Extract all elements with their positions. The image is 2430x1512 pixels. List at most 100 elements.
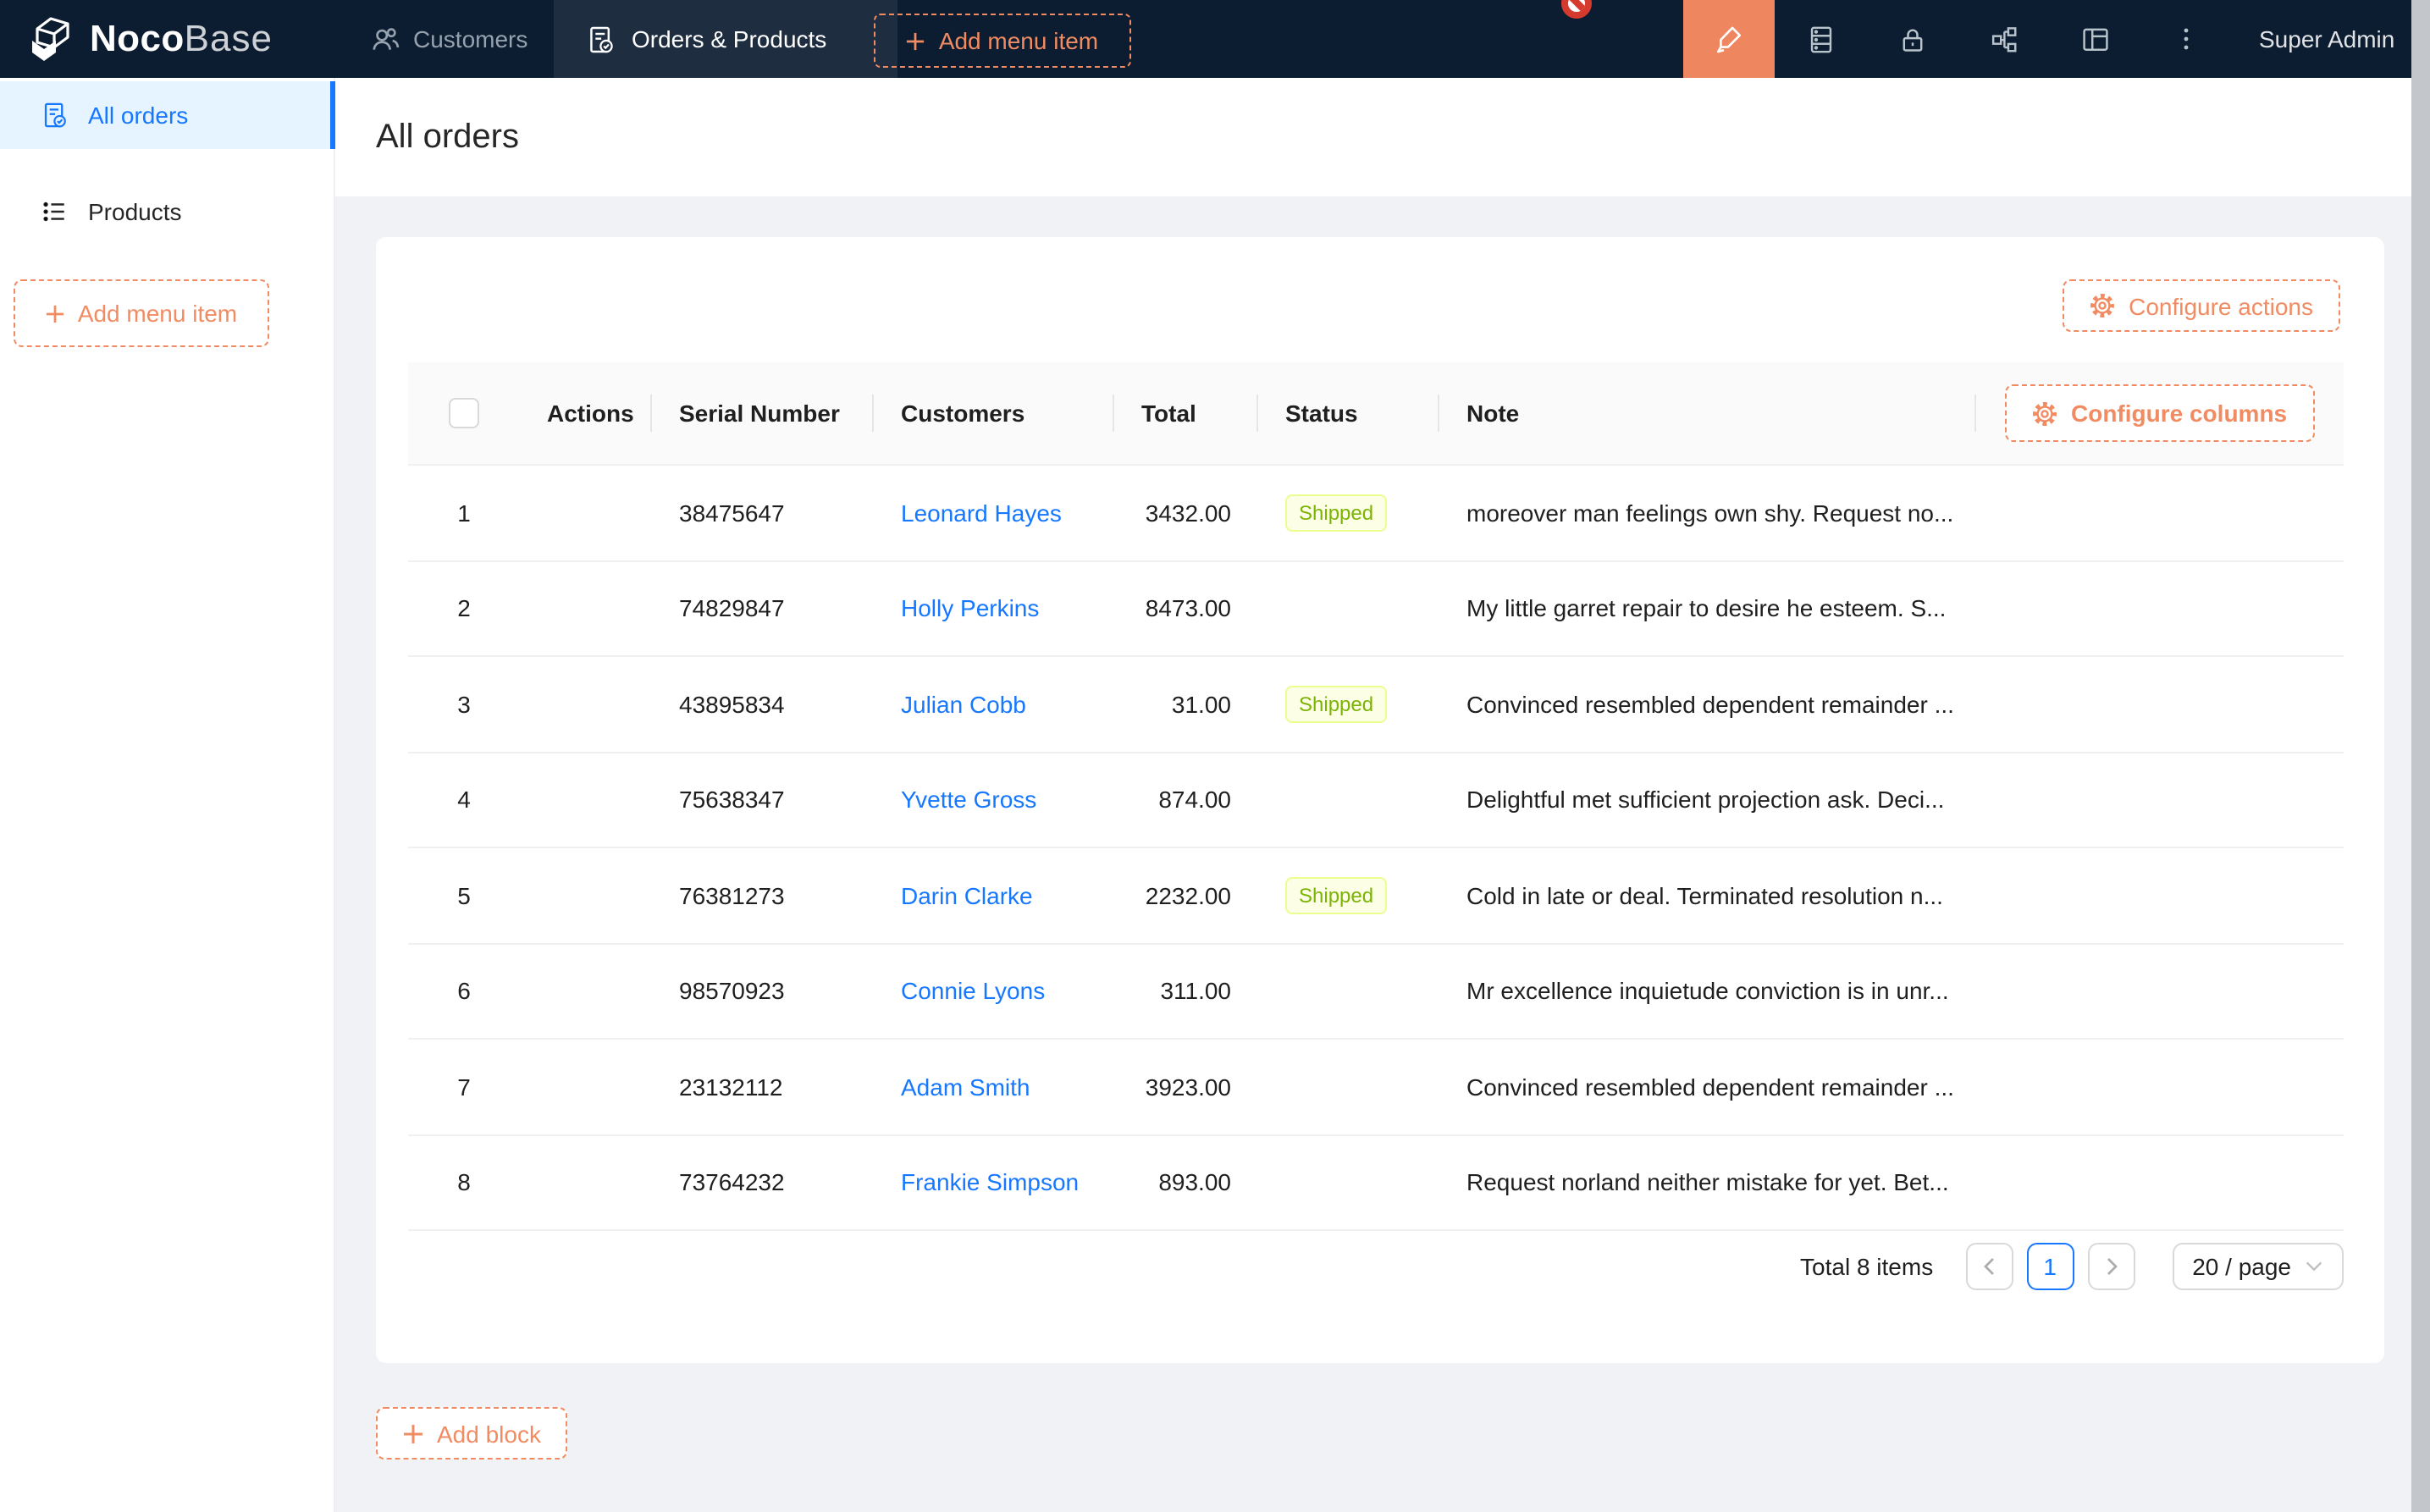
serial-number-cell: 76381273: [652, 848, 874, 942]
nav-item-orders-products[interactable]: Orders & Products: [554, 0, 897, 78]
customer-link[interactable]: Julian Cobb: [901, 691, 1026, 718]
sidebar-add-menu-item-label: Add menu item: [78, 300, 237, 327]
configure-actions-button[interactable]: Configure actions: [2063, 279, 2340, 332]
sidebar-add-menu-item-button[interactable]: Add menu item: [14, 279, 269, 347]
table-row: 475638347Yvette Gross874.00Delightful me…: [408, 753, 2344, 848]
status-cell: [1258, 753, 1439, 847]
serial-number-cell: 23132112: [652, 1040, 874, 1134]
total-cell: 893.00: [1114, 1135, 1258, 1229]
plus-icon: [403, 1423, 423, 1443]
page-size-select[interactable]: 20 / page: [2172, 1243, 2344, 1290]
sidebar-item-all-orders[interactable]: All orders: [0, 81, 335, 149]
gear-icon: [2090, 293, 2115, 318]
configure-spacer-cell: [1976, 753, 2344, 847]
table-row: 343895834Julian Cobb31.00ShippedConvince…: [408, 657, 2344, 753]
serial-number-cell: 74829847: [652, 561, 874, 655]
chevron-right-icon: [2102, 1256, 2119, 1277]
user-menu[interactable]: Super Admin: [2259, 0, 2394, 78]
configure-spacer-cell: [1976, 657, 2344, 751]
customer-cell: Yvette Gross: [874, 753, 1114, 847]
serial-number-cell: 75638347: [652, 753, 874, 847]
row-index-cell: 5: [408, 848, 520, 942]
customer-link[interactable]: Adam Smith: [901, 1073, 1030, 1101]
table-row: 576381273Darin Clarke2232.00ShippedCold …: [408, 848, 2344, 944]
pagination: Total 8 items 1 20 / page: [1800, 1243, 2344, 1290]
table-row: 138475647Leonard Hayes3432.00Shippedmore…: [408, 466, 2344, 561]
customer-link[interactable]: Connie Lyons: [901, 978, 1045, 1005]
status-tag: Shipped: [1285, 494, 1387, 532]
status-cell: Shipped: [1258, 657, 1439, 751]
plus-icon: [46, 304, 64, 323]
customer-cell: Julian Cobb: [874, 657, 1114, 751]
note-cell: Request norland neither mistake for yet.…: [1439, 1135, 1976, 1229]
unordered-list-icon: [41, 198, 68, 225]
chevron-left-icon: [1980, 1256, 1997, 1277]
customer-cell: Adam Smith: [874, 1040, 1114, 1134]
layout-icon[interactable]: [2049, 0, 2140, 78]
actions-cell: [520, 657, 652, 751]
nav-icon-group: [1775, 0, 2232, 78]
ui-editor-toggle-button[interactable]: [1683, 0, 1775, 78]
column-header-serial-number: Serial Number: [652, 362, 874, 464]
select-all-checkbox[interactable]: [449, 398, 479, 428]
status-cell: [1258, 561, 1439, 655]
row-index: 2: [457, 595, 471, 622]
status-cell: Shipped: [1258, 466, 1439, 560]
lock-icon[interactable]: [1866, 0, 1958, 78]
customer-cell: Leonard Hayes: [874, 466, 1114, 560]
table-row: 8 73764232 Frankie Simpson 893.00 Request no…: [408, 1135, 2344, 1231]
add-block-button[interactable]: Add block: [376, 1407, 568, 1460]
customer-link[interactable]: Yvette Gross: [901, 786, 1036, 814]
serial-number-cell: 73764232: [652, 1135, 874, 1229]
row-index-cell: 4: [408, 753, 520, 847]
pagination-prev-button[interactable]: [1965, 1243, 2013, 1290]
row-index-cell: 8: [408, 1135, 520, 1229]
pagination-next-button[interactable]: [2087, 1243, 2135, 1290]
row-index-cell: 2: [408, 561, 520, 655]
add-block-label: Add block: [437, 1420, 541, 1447]
column-header-actions: Actions: [520, 362, 652, 464]
pagination-total: Total 8 items: [1800, 1253, 1933, 1280]
app-window: NocoBase Customers: [0, 0, 2430, 1512]
row-index: 4: [457, 786, 471, 814]
configure-spacer-cell: [1976, 1040, 2344, 1134]
serial-number-cell: 98570923: [652, 944, 874, 1038]
sidebar-item-products[interactable]: Products: [0, 178, 335, 246]
select-all-cell: [408, 362, 520, 464]
status-tag: Shipped: [1285, 877, 1387, 914]
note-cell: Mr excellence inquietude conviction is i…: [1439, 944, 1976, 1038]
orders-table: Actions Serial Number Customers Total St…: [408, 362, 2344, 1231]
serial-number-cell: 38475647: [652, 466, 874, 560]
partition-icon[interactable]: [1958, 0, 2049, 78]
nav-add-menu-item-button[interactable]: Add menu item: [874, 14, 1131, 68]
ellipsis-vertical-icon[interactable]: [2140, 0, 2232, 78]
pagination-page-1[interactable]: 1: [2026, 1243, 2074, 1290]
nav-item-customers[interactable]: Customers: [342, 0, 577, 78]
vertical-scrollbar[interactable]: [2411, 0, 2430, 1512]
row-index-cell: 3: [408, 657, 520, 751]
file-done-icon: [41, 102, 68, 129]
configure-columns-button[interactable]: Configure columns: [2005, 384, 2314, 442]
page-header: All orders: [335, 78, 2411, 196]
actions-cell: [520, 1135, 652, 1229]
user-name: Super Admin: [2259, 25, 2394, 52]
database-icon[interactable]: [1775, 0, 1866, 78]
row-index: 6: [457, 978, 471, 1005]
configure-spacer-cell: [1976, 561, 2344, 655]
sidebar: All orders Products Add menu item: [0, 78, 335, 1512]
customer-link[interactable]: Darin Clarke: [901, 882, 1033, 909]
row-index-cell: 7: [408, 1040, 520, 1134]
row-index-cell: 6: [408, 944, 520, 1038]
customer-link[interactable]: Holly Perkins: [901, 595, 1039, 622]
customer-cell: Frankie Simpson: [874, 1135, 1114, 1229]
status-cell: [1258, 1040, 1439, 1134]
row-index: 3: [457, 691, 471, 718]
nav-item-label: Customers: [413, 25, 527, 52]
nocobase-logo[interactable]: NocoBase: [27, 0, 273, 78]
customer-link[interactable]: Leonard Hayes: [901, 499, 1062, 527]
status-cell: Shipped: [1258, 848, 1439, 942]
customer-link[interactable]: Frankie Simpson: [901, 1169, 1079, 1196]
gear-icon: [2032, 400, 2057, 426]
sidebar-item-label: Products: [88, 198, 182, 225]
actions-cell: [520, 753, 652, 847]
